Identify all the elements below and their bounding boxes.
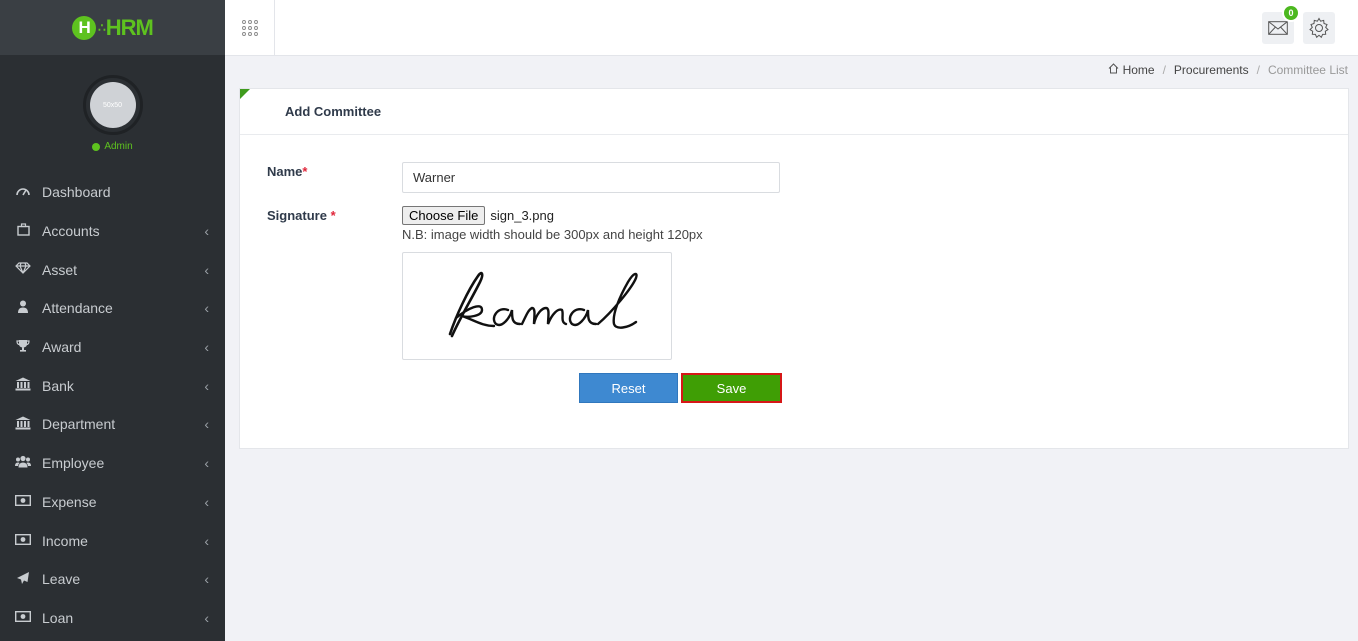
- gear-icon: [1309, 17, 1329, 39]
- mail-icon: [1268, 21, 1288, 35]
- sidebar-item-label: Loan: [42, 609, 74, 626]
- sidebar-item-label: Department: [42, 416, 116, 433]
- image-size-note: N.B: image width should be 300px and hei…: [402, 227, 703, 242]
- money-icon: [14, 610, 32, 625]
- sidebar-item-expense[interactable]: Expense ‹: [0, 483, 225, 522]
- user-role: Admin: [92, 141, 133, 152]
- chevron-left-icon: ‹: [204, 455, 209, 472]
- chevron-left-icon: ‹: [204, 300, 209, 317]
- logo-text: HRM: [105, 14, 154, 40]
- settings-button[interactable]: [1303, 12, 1335, 44]
- name-label: Name*: [267, 164, 307, 179]
- avatar-ring: 50x50: [82, 75, 143, 135]
- sidebar-item-asset[interactable]: Asset ‹: [0, 250, 225, 289]
- user-role-label: Admin: [104, 141, 133, 152]
- breadcrumb-procurements-link[interactable]: Procurements: [1174, 63, 1249, 77]
- logo-bar: H ∴ HRM: [0, 0, 225, 55]
- logo-dots-icon: ∴: [98, 20, 106, 35]
- card-corner-accent: [240, 89, 250, 99]
- chevron-left-icon: ‹: [204, 377, 209, 394]
- breadcrumb: Home / Procurements / Committee List: [1108, 63, 1348, 77]
- selected-file-name: sign_3.png: [490, 208, 554, 223]
- sidebar-item-label: Accounts: [42, 223, 100, 240]
- signature-label: Signature *: [267, 208, 336, 223]
- sidebar-item-label: Asset: [42, 261, 78, 278]
- sidebar-item-label: Attendance: [42, 300, 113, 317]
- breadcrumb-separator: /: [1162, 63, 1166, 77]
- app-logo[interactable]: H ∴ HRM: [72, 14, 154, 41]
- sidebar-item-bank[interactable]: Bank ‹: [0, 366, 225, 405]
- save-button[interactable]: Save: [681, 373, 782, 403]
- online-status-icon: [92, 142, 101, 151]
- sidebar-item-loan[interactable]: Loan ‹: [0, 599, 225, 638]
- sidebar-item-employee[interactable]: Employee ‹: [0, 444, 225, 483]
- name-label-text: Name: [267, 164, 303, 179]
- chevron-left-icon: ‹: [204, 571, 209, 588]
- sidebar-item-income[interactable]: Income ‹: [0, 521, 225, 560]
- signature-file-input: Choose File sign_3.png: [402, 206, 554, 225]
- breadcrumb-separator: /: [1256, 63, 1260, 77]
- chevron-left-icon: ‹: [204, 416, 209, 433]
- sidebar-item-label: Dashboard: [42, 184, 111, 201]
- sidebar-item-label: Award: [42, 339, 82, 356]
- chevron-left-icon: ‹: [204, 261, 209, 278]
- diamond-icon: [14, 262, 32, 277]
- chevron-left-icon: ‹: [204, 609, 209, 626]
- breadcrumb-current: Committee List: [1267, 63, 1348, 77]
- bank-icon: [14, 377, 32, 394]
- apps-grid-icon: [241, 19, 258, 36]
- signature-image: kamal: [448, 271, 638, 338]
- required-mark: *: [330, 208, 336, 223]
- briefcase-icon: [14, 223, 32, 239]
- apps-grid-button[interactable]: [225, 0, 275, 55]
- sidebar: H ∴ HRM 50x50 Admin Dashboard Accounts ‹: [0, 0, 225, 641]
- sidebar-item-label: Bank: [42, 377, 74, 394]
- sidebar-item-leave[interactable]: Leave ‹: [0, 560, 225, 599]
- reset-button[interactable]: Reset: [579, 373, 678, 403]
- bank-icon: [14, 416, 32, 433]
- plane-icon: [14, 571, 32, 588]
- dashboard-icon: [14, 185, 32, 200]
- signature-preview: kamal: [402, 252, 672, 360]
- chevron-left-icon: ‹: [204, 493, 209, 510]
- users-icon: [14, 455, 32, 471]
- home-icon: [1108, 63, 1119, 77]
- sidebar-item-label: Employee: [42, 455, 105, 472]
- sidebar-menu: Dashboard Accounts ‹ Asset ‹ Attendance …: [0, 173, 225, 637]
- chevron-left-icon: ‹: [204, 532, 209, 549]
- required-mark: *: [302, 164, 308, 179]
- user-profile: 50x50 Admin: [0, 55, 225, 155]
- card-title: Add Committee: [240, 89, 1348, 135]
- money-icon: [14, 533, 32, 548]
- sidebar-item-award[interactable]: Award ‹: [0, 328, 225, 367]
- sidebar-item-label: Expense: [42, 493, 97, 510]
- sidebar-item-label: Leave: [42, 571, 81, 588]
- trophy-icon: [14, 339, 32, 355]
- chevron-left-icon: ‹: [204, 339, 209, 356]
- sidebar-item-department[interactable]: Department ‹: [0, 405, 225, 444]
- sidebar-item-label: Income: [42, 532, 88, 549]
- avatar[interactable]: 50x50: [89, 82, 136, 128]
- chevron-left-icon: ‹: [204, 223, 209, 240]
- choose-file-button[interactable]: Choose File: [402, 206, 486, 225]
- money-icon: [14, 494, 32, 509]
- sidebar-item-accounts[interactable]: Accounts ‹: [0, 212, 225, 251]
- signature-label-text: Signature: [267, 208, 331, 223]
- user-icon: [14, 300, 32, 316]
- add-committee-card: Add Committee Name* Signature * Choose F…: [239, 88, 1349, 449]
- top-header: 0: [225, 0, 1358, 56]
- name-input[interactable]: [402, 162, 780, 193]
- sidebar-item-attendance[interactable]: Attendance ‹: [0, 289, 225, 328]
- mail-count-badge: 0: [1282, 4, 1300, 22]
- logo-letter: H: [72, 15, 97, 40]
- breadcrumb-home-link[interactable]: Home: [1123, 63, 1155, 77]
- sidebar-item-dashboard[interactable]: Dashboard: [0, 173, 225, 212]
